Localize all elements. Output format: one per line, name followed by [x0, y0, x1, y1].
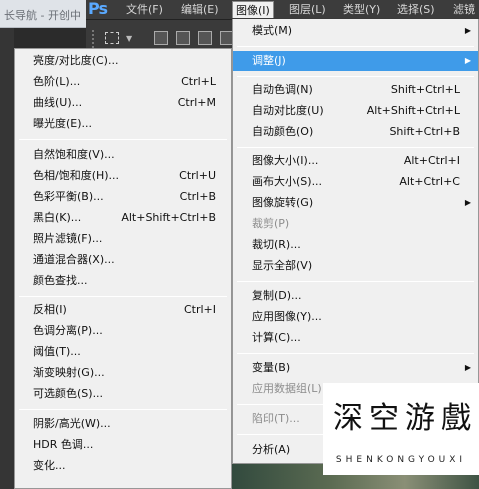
- adjust-item-selective-color[interactable]: 可选颜色(S)...: [15, 384, 231, 404]
- menu-separator: [19, 139, 227, 140]
- image-item-auto-color[interactable]: 自动颜色(O) Shift+Ctrl+B: [233, 122, 478, 142]
- menubar: Ps 文件(F) 编辑(E) 图像(I) 图层(L) 类型(Y) 选择(S) 滤…: [86, 0, 479, 20]
- adjust-item-gradient-map[interactable]: 渐变映射(G)...: [15, 363, 231, 383]
- menu-separator: [237, 281, 474, 282]
- menu-filter[interactable]: 滤镜: [450, 3, 478, 18]
- menu-separator: [237, 353, 474, 354]
- photoshop-logo: Ps: [88, 0, 108, 18]
- chevron-down-icon[interactable]: ▼: [126, 34, 132, 43]
- adjust-item-variations[interactable]: 变化...: [15, 456, 231, 476]
- watermark-chars: 深 空 游 戲: [329, 391, 473, 447]
- toolbar-grip-icon[interactable]: [92, 30, 96, 48]
- menu-file[interactable]: 文件(F): [123, 3, 166, 18]
- browser-tab-title: 长导航 - 开创中: [4, 9, 81, 22]
- image-item-apply-image[interactable]: 应用图像(Y)...: [233, 307, 478, 327]
- adjust-item-black-white[interactable]: 黑白(K)... Alt+Shift+Ctrl+B: [15, 208, 231, 228]
- add-selection-icon[interactable]: [176, 31, 190, 45]
- adjust-item-hdr-toning[interactable]: HDR 色调...: [15, 435, 231, 455]
- menu-layer[interactable]: 图层(L): [286, 3, 329, 18]
- adjust-item-shadows-highlights[interactable]: 阴影/高光(W)...: [15, 414, 231, 434]
- menu-separator: [19, 296, 227, 297]
- image-item-adjustments[interactable]: 调整(J) ▶: [233, 51, 478, 71]
- adjust-item-hue-saturation[interactable]: 色相/饱和度(H)... Ctrl+U: [15, 166, 231, 186]
- menu-separator: [237, 147, 474, 148]
- adjust-item-invert[interactable]: 反相(I) Ctrl+I: [15, 300, 231, 320]
- adjust-item-threshold[interactable]: 阈值(T)...: [15, 342, 231, 362]
- watermark-char: 游: [405, 401, 435, 436]
- adjust-item-vibrance[interactable]: 自然饱和度(V)...: [15, 145, 231, 165]
- browser-tab[interactable]: 长导航 - 开创中: [0, 0, 86, 28]
- subtract-selection-icon[interactable]: [198, 31, 212, 45]
- adjust-item-exposure[interactable]: 曝光度(E)...: [15, 114, 231, 134]
- image-item-variables[interactable]: 变量(B) ▶: [233, 358, 478, 378]
- chevron-right-icon: ▶: [464, 198, 471, 207]
- image-item-auto-tone[interactable]: 自动色调(N) Shift+Ctrl+L: [233, 80, 478, 100]
- image-item-auto-contrast[interactable]: 自动对比度(U) Alt+Shift+Ctrl+L: [233, 101, 478, 121]
- image-item-duplicate[interactable]: 复制(D)...: [233, 286, 478, 306]
- tools-panel: [0, 28, 14, 489]
- adjust-item-brightness-contrast[interactable]: 亮度/对比度(C)...: [15, 51, 231, 71]
- chevron-right-icon: ▶: [464, 56, 471, 65]
- image-item-crop[interactable]: 裁剪(P): [233, 214, 478, 234]
- chevron-right-icon: ▶: [464, 26, 471, 35]
- adjust-item-color-balance[interactable]: 色彩平衡(B)... Ctrl+B: [15, 187, 231, 207]
- image-item-image-rotation[interactable]: 图像旋转(G) ▶: [233, 193, 478, 213]
- image-item-reveal-all[interactable]: 显示全部(V): [233, 256, 478, 276]
- menu-type[interactable]: 类型(Y): [340, 3, 383, 18]
- adjustments-submenu: 亮度/对比度(C)... 色阶(L)... Ctrl+L 曲线(U)... Ctrl…: [14, 48, 232, 489]
- menu-separator: [237, 76, 474, 77]
- adjust-item-posterize[interactable]: 色调分离(P)...: [15, 321, 231, 341]
- adjust-item-channel-mixer[interactable]: 通道混合器(X)...: [15, 250, 231, 270]
- menu-image[interactable]: 图像(I): [232, 1, 274, 18]
- watermark-logo: 深 空 游 戲 SHENKONGYOUXI: [323, 383, 479, 475]
- watermark-char: 戲: [441, 401, 471, 436]
- adjust-item-color-lookup[interactable]: 颜色查找...: [15, 271, 231, 291]
- adjust-item-curves[interactable]: 曲线(U)... Ctrl+M: [15, 93, 231, 113]
- image-item-calculations[interactable]: 计算(C)...: [233, 328, 478, 348]
- image-item-image-size[interactable]: 图像大小(I)... Alt+Ctrl+I: [233, 151, 478, 171]
- menu-edit[interactable]: 编辑(E): [178, 3, 222, 18]
- watermark-subtitle: SHENKONGYOUXI: [335, 455, 467, 465]
- menu-select[interactable]: 选择(S): [394, 3, 438, 18]
- adjust-item-levels[interactable]: 色阶(L)... Ctrl+L: [15, 72, 231, 92]
- image-item-mode[interactable]: 模式(M) ▶: [233, 21, 478, 41]
- menu-separator: [19, 409, 227, 410]
- image-item-canvas-size[interactable]: 画布大小(S)... Alt+Ctrl+C: [233, 172, 478, 192]
- adjust-item-photo-filter[interactable]: 照片滤镜(F)...: [15, 229, 231, 249]
- menu-separator: [237, 46, 474, 47]
- watermark-char: 空: [369, 401, 399, 436]
- marquee-tool-icon[interactable]: [105, 32, 119, 44]
- new-selection-icon[interactable]: [154, 31, 168, 45]
- chevron-right-icon: ▶: [464, 363, 471, 372]
- image-item-trim[interactable]: 裁切(R)...: [233, 235, 478, 255]
- watermark-char: 深: [333, 401, 363, 436]
